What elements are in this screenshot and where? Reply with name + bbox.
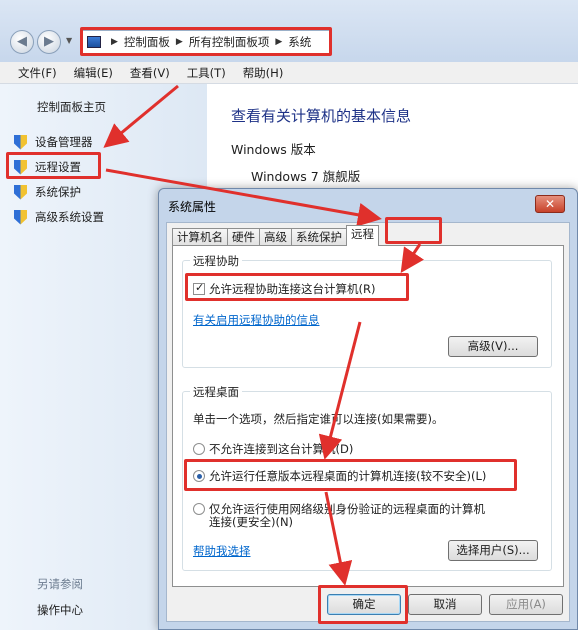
arrow-to-radio [318, 321, 362, 460]
arrow-to-remote-tab [105, 168, 382, 227]
arrow-to-remote-settings [103, 84, 179, 148]
arrow-to-ok [324, 491, 353, 586]
tab-remote[interactable]: 远程 [346, 225, 379, 246]
annotation-arrows [103, 84, 424, 586]
arrow-to-checkbox [400, 243, 424, 273]
